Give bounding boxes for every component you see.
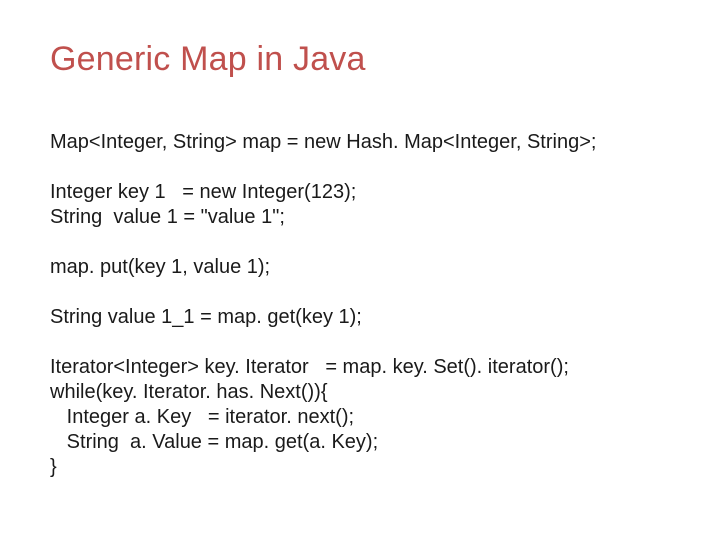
slide-title: Generic Map in Java (50, 40, 670, 79)
code-line: Integer a. Key = iterator. next(); (50, 406, 354, 428)
code-line: while(key. Iterator. has. Next()){ (50, 381, 328, 403)
code-line: String a. Value = map. get(a. Key); (50, 431, 378, 453)
code-line: } (50, 456, 57, 478)
code-line: String value 1 = "value 1"; (50, 206, 285, 228)
slide: Generic Map in Java Map<Integer, String>… (0, 0, 720, 540)
code-line: Map<Integer, String> map = new Hash. Map… (50, 131, 596, 153)
code-line: map. put(key 1, value 1); (50, 256, 270, 278)
code-block: Map<Integer, String> map = new Hash. Map… (50, 105, 670, 480)
code-line: Iterator<Integer> key. Iterator = map. k… (50, 356, 569, 378)
code-line: String value 1_1 = map. get(key 1); (50, 306, 362, 328)
code-line: Integer key 1 = new Integer(123); (50, 181, 356, 203)
